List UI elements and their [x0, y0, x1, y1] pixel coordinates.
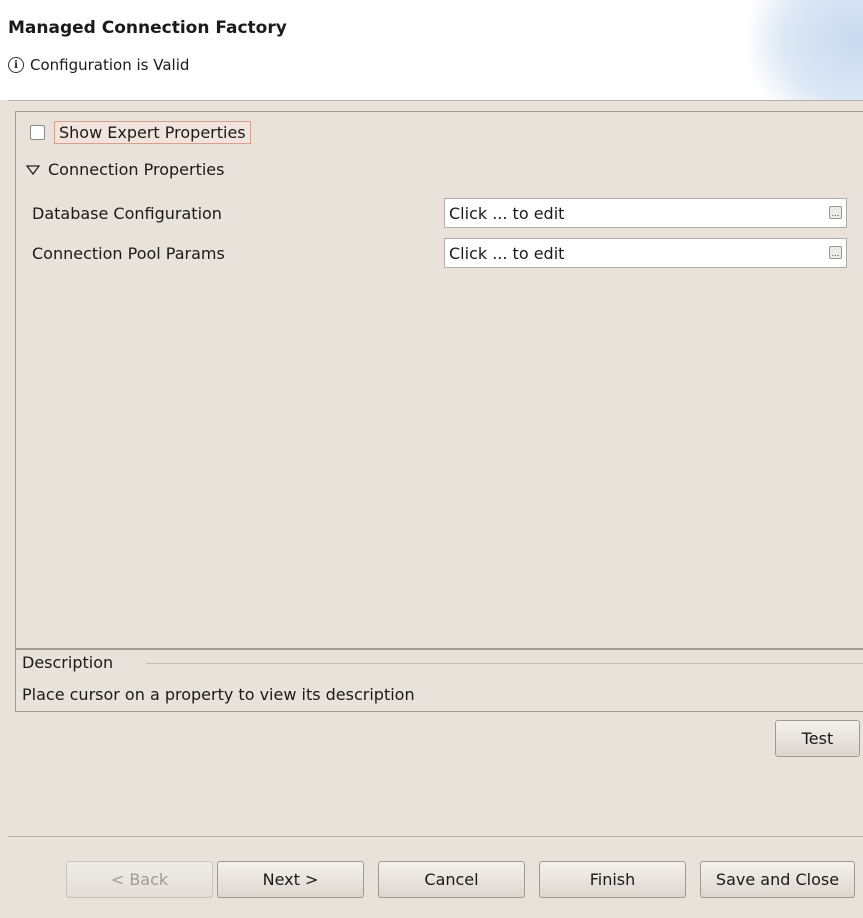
header-banner: Managed Connection Factory i Configurati… [0, 0, 863, 100]
status-message: i Configuration is Valid [8, 56, 189, 74]
header-divider [8, 100, 863, 101]
connection-pool-params-field[interactable]: Click ... to edit ... [444, 238, 847, 268]
property-row-database-configuration: Database Configuration Click ... to edit… [32, 198, 847, 228]
show-expert-label[interactable]: Show Expert Properties [54, 121, 251, 144]
description-text: Place cursor on a property to view its d… [22, 685, 415, 704]
description-divider [146, 663, 863, 664]
save-and-close-button[interactable]: Save and Close [700, 861, 855, 898]
ellipsis-icon[interactable]: ... [829, 246, 842, 259]
field-value: Click ... to edit [449, 203, 565, 223]
finish-button[interactable]: Finish [539, 861, 686, 898]
property-panel: Show Expert Properties Connection Proper… [15, 111, 863, 649]
section-label: Connection Properties [48, 160, 225, 179]
property-row-connection-pool-params: Connection Pool Params Click ... to edit… [32, 238, 847, 268]
property-label: Connection Pool Params [32, 243, 225, 263]
page-title: Managed Connection Factory [8, 18, 287, 38]
connection-properties-section[interactable]: Connection Properties [26, 160, 224, 179]
triangle-down-icon[interactable] [26, 164, 40, 176]
banner-decoration [743, 0, 863, 100]
property-label: Database Configuration [32, 203, 222, 223]
show-expert-toggle[interactable]: Show Expert Properties [30, 121, 251, 144]
footer-divider [8, 836, 863, 837]
field-value: Click ... to edit [449, 243, 565, 263]
show-expert-checkbox[interactable] [30, 125, 45, 140]
next-button[interactable]: Next > [217, 861, 364, 898]
description-heading: Description [22, 653, 118, 672]
status-text: Configuration is Valid [30, 56, 190, 74]
back-button[interactable]: < Back [66, 861, 213, 898]
ellipsis-icon[interactable]: ... [829, 206, 842, 219]
description-panel: Description Place cursor on a property t… [15, 649, 863, 712]
cancel-button[interactable]: Cancel [378, 861, 525, 898]
test-button[interactable]: Test [775, 720, 860, 757]
database-configuration-field[interactable]: Click ... to edit ... [444, 198, 847, 228]
info-icon: i [8, 57, 24, 73]
